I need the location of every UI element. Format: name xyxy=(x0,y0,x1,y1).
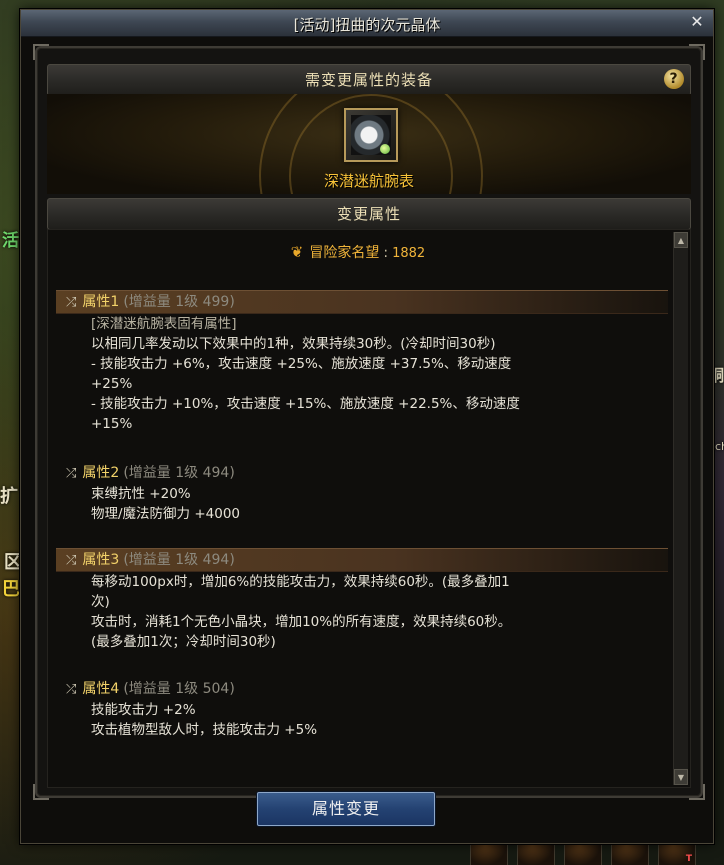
shuffle-icon: ⤮ xyxy=(66,682,77,697)
inner-frame: 需变更属性的装备 ? 深潜迷航腕表 变更属性 ❦ 冒险家名望:1882 ⤮ 属性… xyxy=(33,44,705,800)
attributes-list[interactable]: ❦ 冒险家名望:1882 ⤮ 属性1 (增益量 1级 499) [深潜迷航腕表固有属性… xyxy=(47,229,691,788)
equipment-slot[interactable] xyxy=(344,108,398,162)
attribute-header[interactable]: ⤮ 属性2 (增益量 1级 494) xyxy=(56,462,668,484)
fame-label: 冒险家名望 xyxy=(309,245,380,261)
attribute-header[interactable]: ⤮ 属性3 (增益量 1级 494) xyxy=(56,548,668,572)
attribute-line: 攻击时，消耗1个无色小晶块，增加10%的所有速度，效果持续60秒。 xyxy=(91,614,512,630)
attribute-header[interactable]: ⤮ 属性1 (增益量 1级 499) xyxy=(56,290,668,314)
attribute-level: (增益量 1级 494) xyxy=(123,552,235,568)
attribute-name: 属性2 xyxy=(82,465,120,481)
fame-row: ❦ 冒险家名望:1882 xyxy=(48,242,668,262)
dimension-crystal-dialog: [活动]扭曲的次元晶体 ✕ 需变更属性的装备 ? 深潜迷航腕表 变更属性 ❦ 冒… xyxy=(20,9,714,844)
equipment-name: 深潜迷航腕表 xyxy=(323,172,414,190)
shuffle-icon: ⤮ xyxy=(66,553,77,568)
attribute-line: 束缚抗性 +20% xyxy=(91,486,191,502)
attribute-block: ⤮ 属性3 (增益量 1级 494) 每移动100px时，增加6%的技能攻击力，效果… xyxy=(56,548,668,652)
change-attribute-button[interactable]: 属性变更 xyxy=(257,792,435,826)
attribute-line: (最多叠加1次；冷却时间30秒) xyxy=(91,634,276,650)
fame-separator: : xyxy=(383,245,389,261)
attribute-block: ⤮ 属性1 (增益量 1级 499) [深潜迷航腕表固有属性] 以相同几率发动以下效… xyxy=(56,290,668,434)
equipment-header-label: 需变更属性的装备 xyxy=(304,71,433,89)
frame-corner xyxy=(689,44,705,60)
side-fragment: 巴 xyxy=(2,579,20,600)
attribute-line: - 技能攻击力 +6%，攻击速度 +25%、施放速度 +37.5%、移动速度 xyxy=(91,356,512,372)
attribute-line: 以相同几率发动以下效果中的1种，效果持续30秒。(冷却时间30秒) xyxy=(91,336,496,352)
attribute-level: (增益量 1级 494) xyxy=(123,465,235,481)
attribute-line: 每移动100px时，增加6%的技能攻击力，效果持续60秒。(最多叠加1 xyxy=(91,574,510,590)
change-header-label: 变更属性 xyxy=(336,205,401,223)
attribute-line: [深潜迷航腕表固有属性] xyxy=(91,316,237,332)
scroll-up-icon[interactable]: ▲ xyxy=(674,232,688,248)
title-bar[interactable]: [活动]扭曲的次元晶体 ✕ xyxy=(21,10,713,37)
side-fragment: 扩 xyxy=(0,486,18,507)
gem-icon xyxy=(380,144,390,154)
attribute-line: +15% xyxy=(91,416,133,432)
attribute-line: +25% xyxy=(91,376,133,392)
equipment-display-area: 深潜迷航腕表 xyxy=(47,94,691,194)
attribute-line: 次) xyxy=(91,594,110,610)
attribute-line: 物理/魔法防御力 +4000 xyxy=(91,506,241,522)
dialog-title: [活动]扭曲的次元晶体 xyxy=(293,16,441,34)
close-button[interactable]: ✕ xyxy=(687,12,707,32)
attribute-name: 属性3 xyxy=(82,552,120,568)
shuffle-icon: ⤮ xyxy=(66,466,77,481)
scrollbar[interactable]: ▲ ▼ xyxy=(673,232,688,785)
attribute-level: (增益量 1级 504) xyxy=(123,681,235,697)
attribute-block: ⤮ 属性4 (增益量 1级 504) 技能攻击力 +2% 攻击植物型敌人时，技能攻击… xyxy=(56,678,668,740)
frame-corner xyxy=(33,44,49,60)
attribute-line: - 技能攻击力 +10%，攻击速度 +15%、施放速度 +22.5%、移动速度 xyxy=(91,396,520,412)
equipment-section-header: 需变更属性的装备 ? xyxy=(47,64,691,96)
attribute-line: 攻击植物型敌人时，技能攻击力 +5% xyxy=(91,722,318,738)
help-icon[interactable]: ? xyxy=(664,69,684,89)
scroll-down-icon[interactable]: ▼ xyxy=(674,769,688,785)
fame-value: 1882 xyxy=(392,246,426,261)
change-attributes-header: 变更属性 xyxy=(47,198,691,230)
side-fragment: 活 xyxy=(2,231,19,251)
attribute-block: ⤮ 属性2 (增益量 1级 494) 束缚抗性 +20% 物理/魔法防御力 +400… xyxy=(56,462,668,524)
attribute-name: 属性1 xyxy=(82,294,120,310)
attribute-name: 属性4 xyxy=(82,681,120,697)
attribute-line: 技能攻击力 +2% xyxy=(91,702,196,718)
fame-crest-icon: ❦ xyxy=(290,243,304,261)
attribute-level: (增益量 1级 499) xyxy=(123,294,235,310)
attribute-header[interactable]: ⤮ 属性4 (增益量 1级 504) xyxy=(56,678,668,700)
shuffle-icon: ⤮ xyxy=(66,295,77,310)
frame-corner xyxy=(689,784,705,800)
